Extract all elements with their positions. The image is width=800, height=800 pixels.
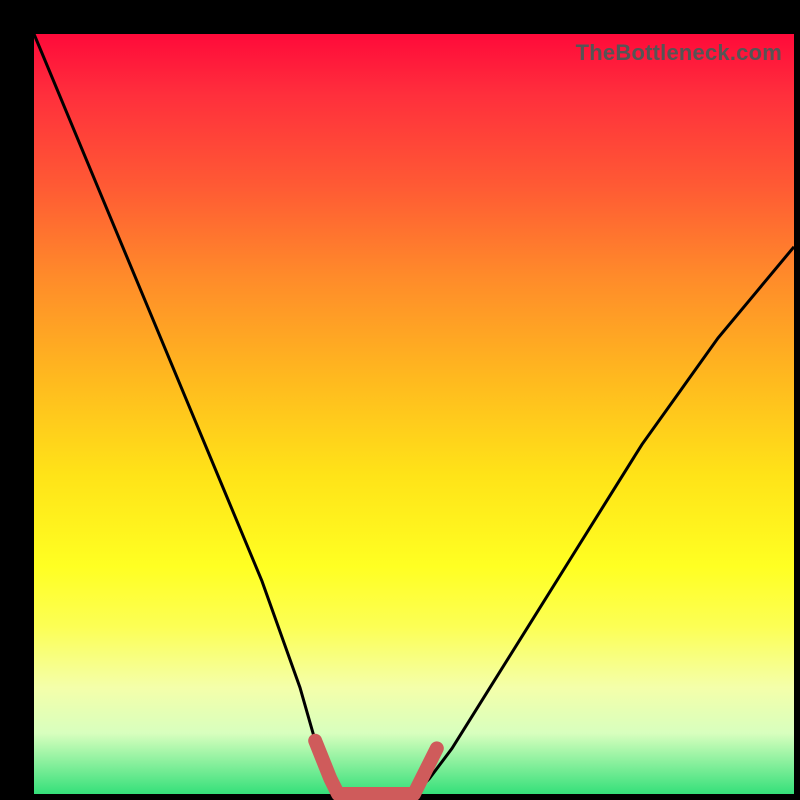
chart-svg (34, 34, 794, 794)
highlight-region (315, 741, 437, 794)
chart-plot-area: TheBottleneck.com (34, 34, 794, 794)
curve-left (34, 34, 338, 794)
curve-right (414, 247, 794, 794)
chart-frame: TheBottleneck.com (0, 0, 800, 800)
